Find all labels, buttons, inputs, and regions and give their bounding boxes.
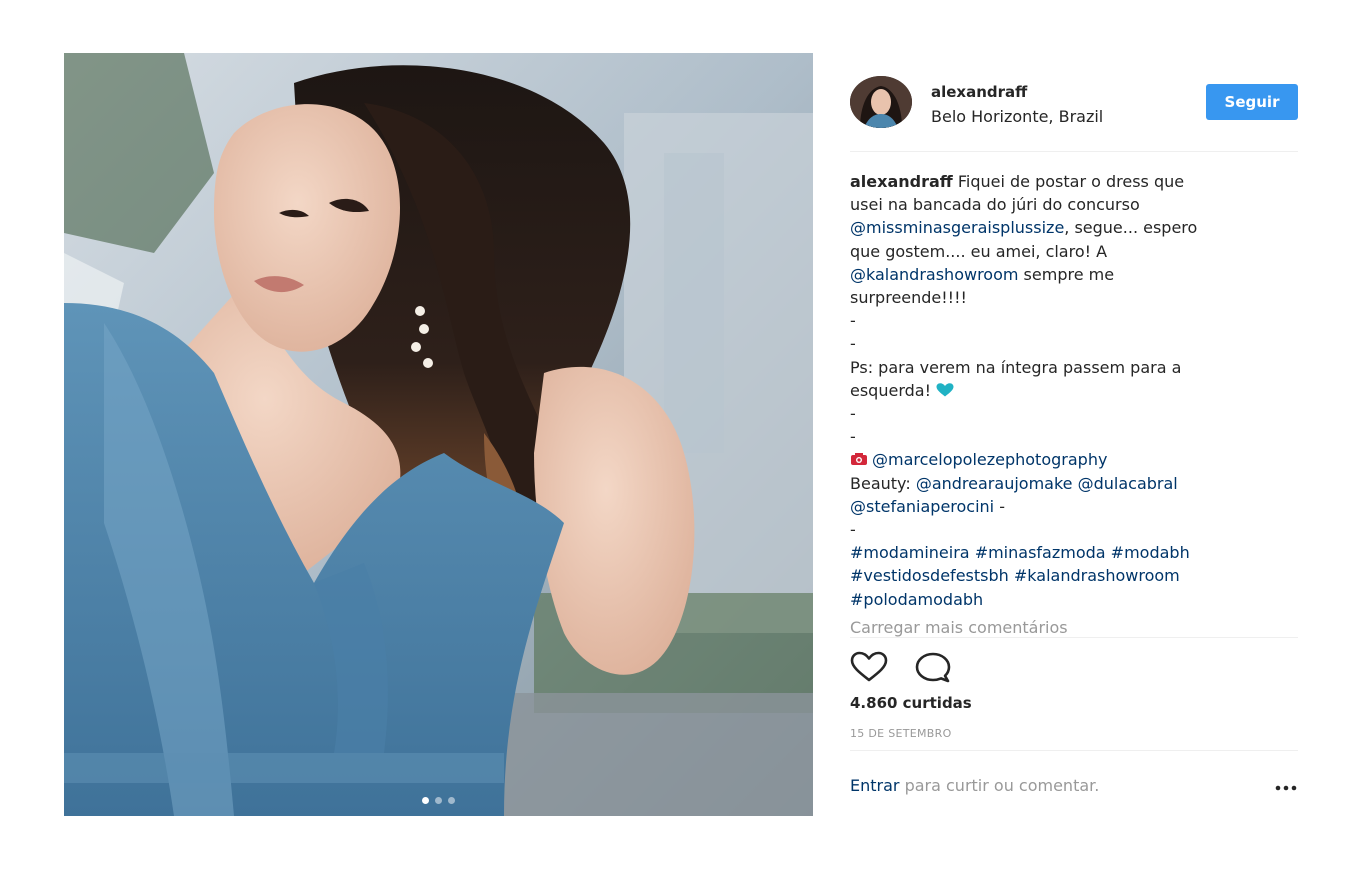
login-prompt-text: para curtir ou comentar. bbox=[899, 776, 1100, 795]
caption-text: Fiquei de postar o dress que bbox=[952, 172, 1185, 191]
more-options-icon[interactable] bbox=[1274, 780, 1298, 796]
caption-line: #polodamodabh bbox=[850, 588, 1270, 611]
mention-link[interactable]: @dulacabral bbox=[1078, 474, 1178, 493]
caption-line: - bbox=[850, 425, 1270, 448]
caption-line: surpreende!!!! bbox=[850, 286, 1270, 309]
likes-count[interactable]: 4.860 curtidas bbox=[850, 694, 972, 712]
hashtag-link[interactable]: #modamineira bbox=[850, 543, 970, 562]
caption-line: #modamineira #minasfazmoda #modabh bbox=[850, 541, 1270, 564]
post-details-panel: alexandraff Belo Horizonte, Brazil Segui… bbox=[850, 53, 1298, 816]
photo-illustration bbox=[64, 53, 813, 816]
caption-line: @missminasgeraisplussize, segue... esper… bbox=[850, 216, 1270, 239]
caption-line: usei na bancada do júri do concurso bbox=[850, 193, 1270, 216]
caption-line: esquerda! bbox=[850, 379, 1270, 402]
caption-line: @kalandrashowroom sempre me bbox=[850, 263, 1270, 286]
caption-line: - bbox=[850, 518, 1270, 541]
teal-heart-emoji-icon bbox=[936, 383, 954, 397]
hashtag-link[interactable]: #vestidosdefestsbh bbox=[850, 566, 1009, 585]
caption-text: - bbox=[850, 334, 856, 354]
caption-line: que gostem.... eu amei, claro! A bbox=[850, 240, 1270, 263]
caption-text: - bbox=[994, 496, 1005, 516]
post-header: alexandraff Belo Horizonte, Brazil Segui… bbox=[850, 75, 1298, 131]
caption-text: - bbox=[850, 404, 856, 424]
caption-line: - bbox=[850, 332, 1270, 355]
hashtag-link[interactable]: #minasfazmoda bbox=[975, 543, 1106, 562]
caption-text: usei na bancada do júri do concurso bbox=[850, 195, 1140, 215]
caption-line: - bbox=[850, 402, 1270, 425]
mention-link[interactable]: @kalandrashowroom bbox=[850, 265, 1018, 284]
hashtag-link[interactable]: #kalandrashowroom bbox=[1014, 566, 1180, 585]
hashtag-link[interactable]: #modabh bbox=[1111, 543, 1190, 562]
hashtag-link[interactable]: #polodamodabh bbox=[850, 590, 983, 609]
post-date: 15 DE SETEMBRO bbox=[850, 727, 952, 740]
caption-text: Beauty: bbox=[850, 473, 916, 493]
caption-line: #vestidosdefestsbh #kalandrashowroom bbox=[850, 564, 1270, 587]
caption-line: @stefaniaperocini - bbox=[850, 495, 1270, 518]
caption-text: surpreende!!!! bbox=[850, 288, 967, 308]
caption-text: - bbox=[850, 311, 856, 331]
caption-text: sempre me bbox=[1018, 264, 1115, 284]
login-link[interactable]: Entrar bbox=[850, 776, 899, 795]
caption-line: - bbox=[850, 309, 1270, 332]
post-username[interactable]: alexandraff bbox=[931, 83, 1027, 101]
caption-text: Ps: para verem na íntegra passem para a bbox=[850, 357, 1182, 377]
comments-divider bbox=[850, 637, 1298, 638]
caption-text: - bbox=[850, 427, 856, 447]
heart-outline-icon[interactable] bbox=[850, 651, 888, 683]
caption-text: que gostem.... eu amei, claro! A bbox=[850, 241, 1108, 261]
post-photo[interactable] bbox=[64, 53, 813, 816]
carousel-dot[interactable] bbox=[422, 797, 429, 804]
caption-line: Beauty: @andrearaujomake @dulacabral bbox=[850, 472, 1270, 495]
mention-link[interactable]: @missminasgeraisplussize bbox=[850, 218, 1064, 237]
caption-username[interactable]: alexandraff bbox=[850, 172, 953, 191]
mention-link[interactable]: @stefaniaperocini bbox=[850, 497, 994, 516]
caption-text: esquerda! bbox=[850, 380, 937, 400]
caption-line: @marcelopolezephotography bbox=[850, 448, 1270, 471]
caption-text: , segue... espero bbox=[1064, 218, 1198, 238]
carousel-indicator bbox=[64, 797, 813, 804]
load-more-comments-button[interactable]: Carregar mais comentários bbox=[850, 618, 1068, 637]
avatar-image bbox=[850, 76, 912, 128]
avatar[interactable] bbox=[850, 76, 912, 128]
login-prompt: Entrar para curtir ou comentar. bbox=[850, 776, 1298, 800]
post-location[interactable]: Belo Horizonte, Brazil bbox=[931, 107, 1103, 126]
caption-line: alexandraff Fiquei de postar o dress que bbox=[850, 170, 1270, 193]
post-actions bbox=[850, 651, 952, 683]
carousel-dot[interactable] bbox=[448, 797, 455, 804]
caption-text: - bbox=[850, 520, 856, 540]
follow-button[interactable]: Seguir bbox=[1206, 84, 1298, 120]
footer-divider bbox=[850, 750, 1298, 751]
carousel-dot[interactable] bbox=[435, 797, 442, 804]
camera-emoji-icon bbox=[851, 453, 867, 466]
comment-bubble-icon[interactable] bbox=[914, 651, 952, 683]
header-divider bbox=[850, 151, 1298, 152]
mention-link[interactable]: @andrearaujomake bbox=[916, 474, 1073, 493]
caption-line: Ps: para verem na íntegra passem para a bbox=[850, 356, 1270, 379]
post-caption: alexandraff Fiquei de postar o dress que… bbox=[850, 170, 1270, 611]
mention-link[interactable]: @marcelopolezephotography bbox=[872, 450, 1107, 469]
